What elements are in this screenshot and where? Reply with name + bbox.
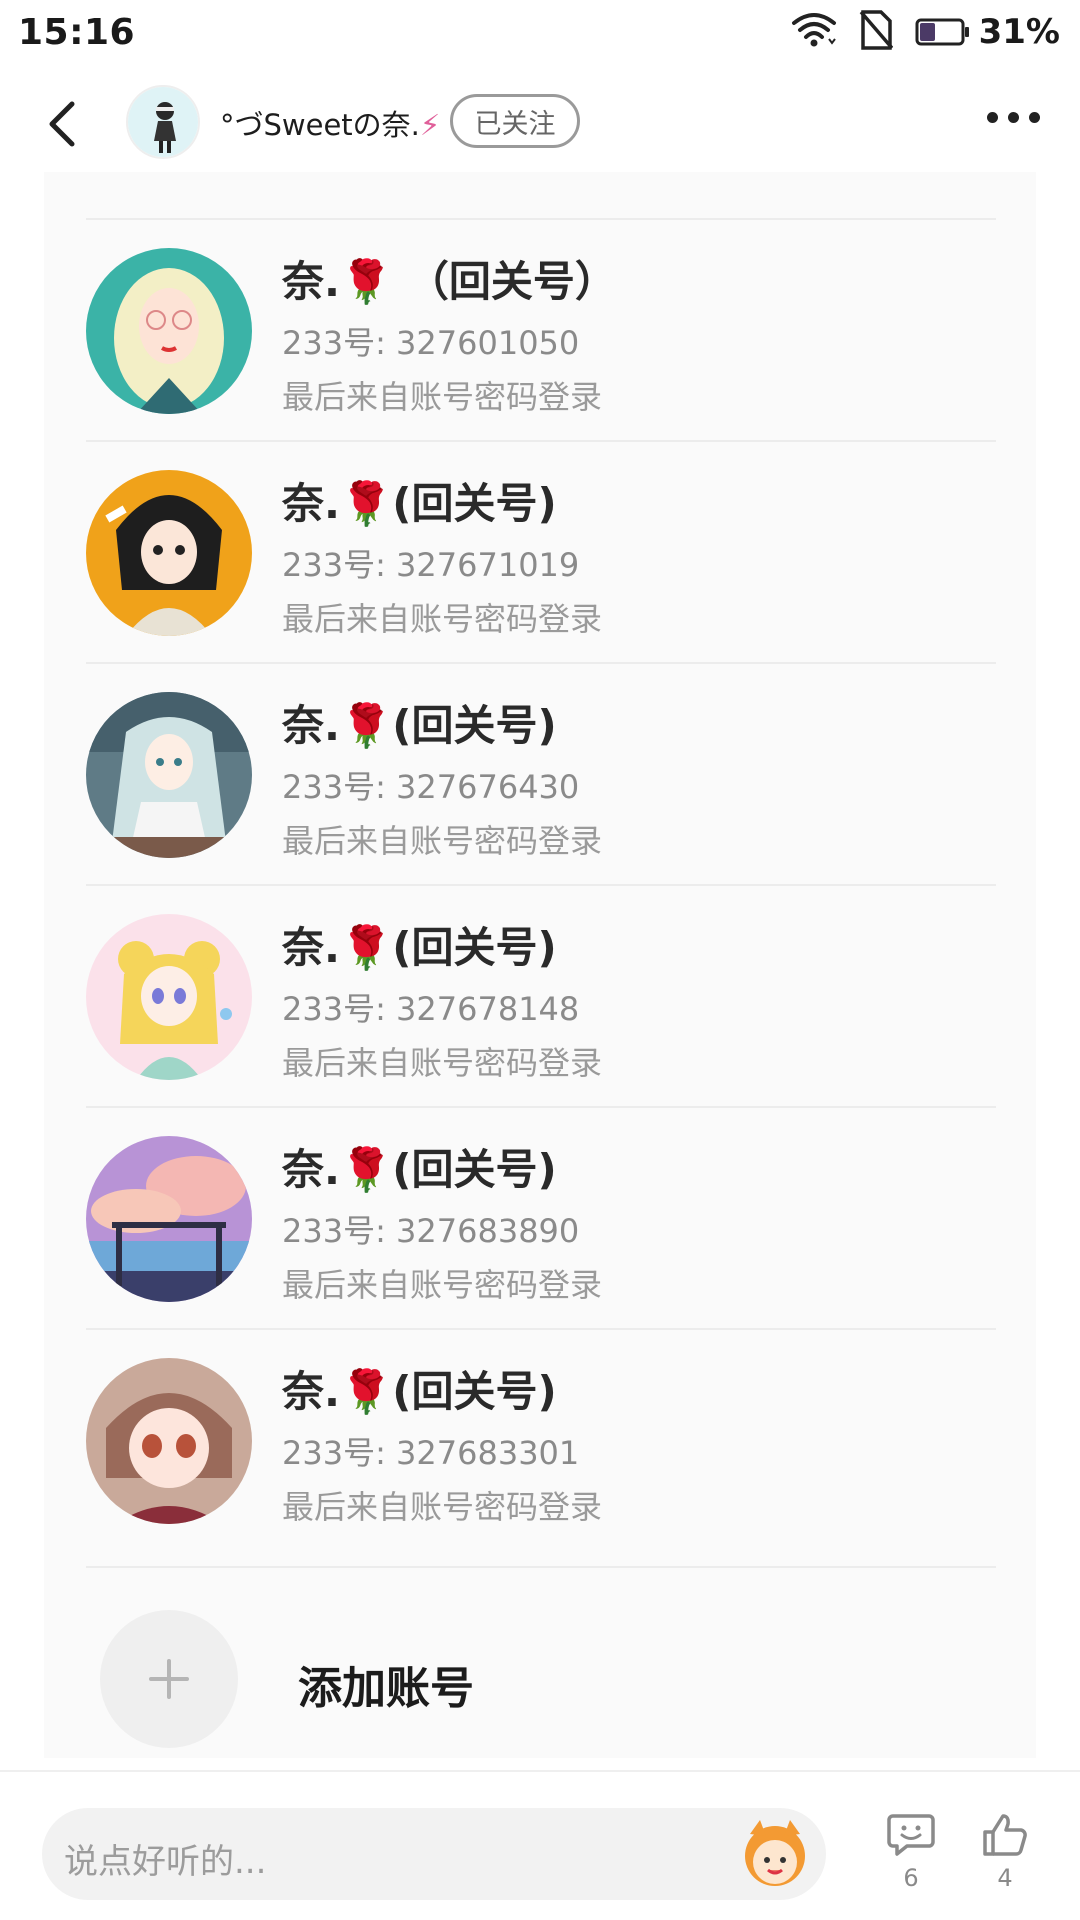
account-item[interactable]: 奈.🌹 （回关号） 233号: 327601050 最后来自账号密码登录 — [86, 218, 996, 440]
back-arrow-icon — [49, 101, 75, 147]
account-name: 奈.🌹(回关号) — [282, 923, 557, 972]
like-count: 4 — [997, 1864, 1013, 1892]
account-avatar — [86, 1136, 252, 1302]
account-name: 奈.🌹(回关号) — [282, 1367, 557, 1416]
account-id: 233号: 327671019 — [282, 546, 580, 584]
account-id: 233号: 327683301 — [282, 1434, 580, 1472]
more-dots-icon[interactable] — [987, 112, 1040, 123]
account-id: 233号: 327676430 — [282, 768, 580, 806]
zap-icon: ⚡ — [419, 108, 441, 142]
status-bar: 15:16 31% — [0, 0, 1080, 64]
rose-icon: 🌹 — [339, 257, 393, 306]
account-item[interactable]: 奈.🌹(回关号) 233号: 327671019 最后来自账号密码登录 — [86, 440, 996, 662]
account-login-method: 最后来自账号密码登录 — [282, 1488, 603, 1526]
follow-button[interactable]: 已关注 — [450, 94, 580, 148]
like-action[interactable]: 4 — [970, 1812, 1040, 1912]
account-name: 奈.🌹 （回关号） — [282, 257, 617, 306]
account-item[interactable]: 奈.🌹(回关号) 233号: 327683890 最后来自账号密码登录 — [86, 1106, 996, 1328]
account-item[interactable]: 奈.🌹(回关号) 233号: 327683301 最后来自账号密码登录 — [86, 1328, 996, 1550]
status-icons: 31% — [791, 10, 1060, 54]
rose-icon: 🌹 — [339, 701, 393, 750]
battery-icon — [915, 18, 969, 46]
account-id: 233号: 327678148 — [282, 990, 580, 1028]
account-name: 奈.🌹(回关号) — [282, 479, 557, 528]
rose-icon: 🌹 — [339, 1145, 393, 1194]
account-avatar — [86, 1358, 252, 1524]
account-login-method: 最后来自账号密码登录 — [282, 600, 603, 638]
battery: 31% — [915, 12, 1060, 52]
mascot-emoji-icon[interactable] — [736, 1814, 814, 1892]
wifi-icon — [791, 11, 837, 53]
account-id: 233号: 327683890 — [282, 1212, 580, 1250]
thumbs-up-icon — [983, 1814, 1027, 1856]
back-button[interactable] — [44, 100, 84, 148]
rose-icon: 🌹 — [339, 923, 393, 972]
account-avatar — [86, 914, 252, 1080]
rose-icon: 🌹 — [339, 1367, 393, 1416]
battery-percent: 31% — [978, 12, 1060, 52]
comment-count: 6 — [903, 1864, 919, 1892]
rose-icon: 🌹 — [339, 479, 393, 528]
comment-input[interactable]: 说点好听的... — [42, 1808, 826, 1900]
account-item[interactable]: 奈.🌹(回关号) 233号: 327676430 最后来自账号密码登录 — [86, 662, 996, 884]
account-item[interactable]: 奈.🌹(回关号) 233号: 327678148 最后来自账号密码登录 — [86, 884, 996, 1106]
list-top-edge — [44, 172, 1036, 188]
account-avatar — [86, 248, 252, 414]
account-login-method: 最后来自账号密码登录 — [282, 822, 603, 860]
account-login-method: 最后来自账号密码登录 — [282, 378, 603, 416]
header-avatar[interactable] — [126, 85, 200, 159]
add-account-label: 添加账号 — [298, 1663, 474, 1714]
no-sim-icon — [859, 10, 893, 54]
account-id: 233号: 327601050 — [282, 324, 580, 362]
account-name: 奈.🌹(回关号) — [282, 1145, 557, 1194]
comment-icon — [887, 1814, 935, 1856]
bottom-bar: 说点好听的... 6 4 — [0, 1770, 1080, 1920]
add-account-button[interactable] — [100, 1610, 238, 1748]
add-account-row[interactable]: 添加账号 — [86, 1566, 996, 1748]
comment-action[interactable]: 6 — [876, 1812, 946, 1912]
account-avatar — [86, 470, 252, 636]
account-avatar — [86, 692, 252, 858]
status-time: 15:16 — [18, 11, 136, 53]
account-login-method: 最后来自账号密码登录 — [282, 1266, 603, 1304]
plus-icon — [149, 1659, 189, 1699]
account-name: 奈.🌹(回关号) — [282, 701, 557, 750]
header-user-name: °づSweetの奈.⚡ — [220, 108, 441, 142]
account-login-method: 最后来自账号密码登录 — [282, 1044, 603, 1082]
profile-header: °づSweetの奈.⚡ 已关注 — [0, 72, 1080, 172]
comment-placeholder: 说点好听的... — [64, 1842, 267, 1882]
